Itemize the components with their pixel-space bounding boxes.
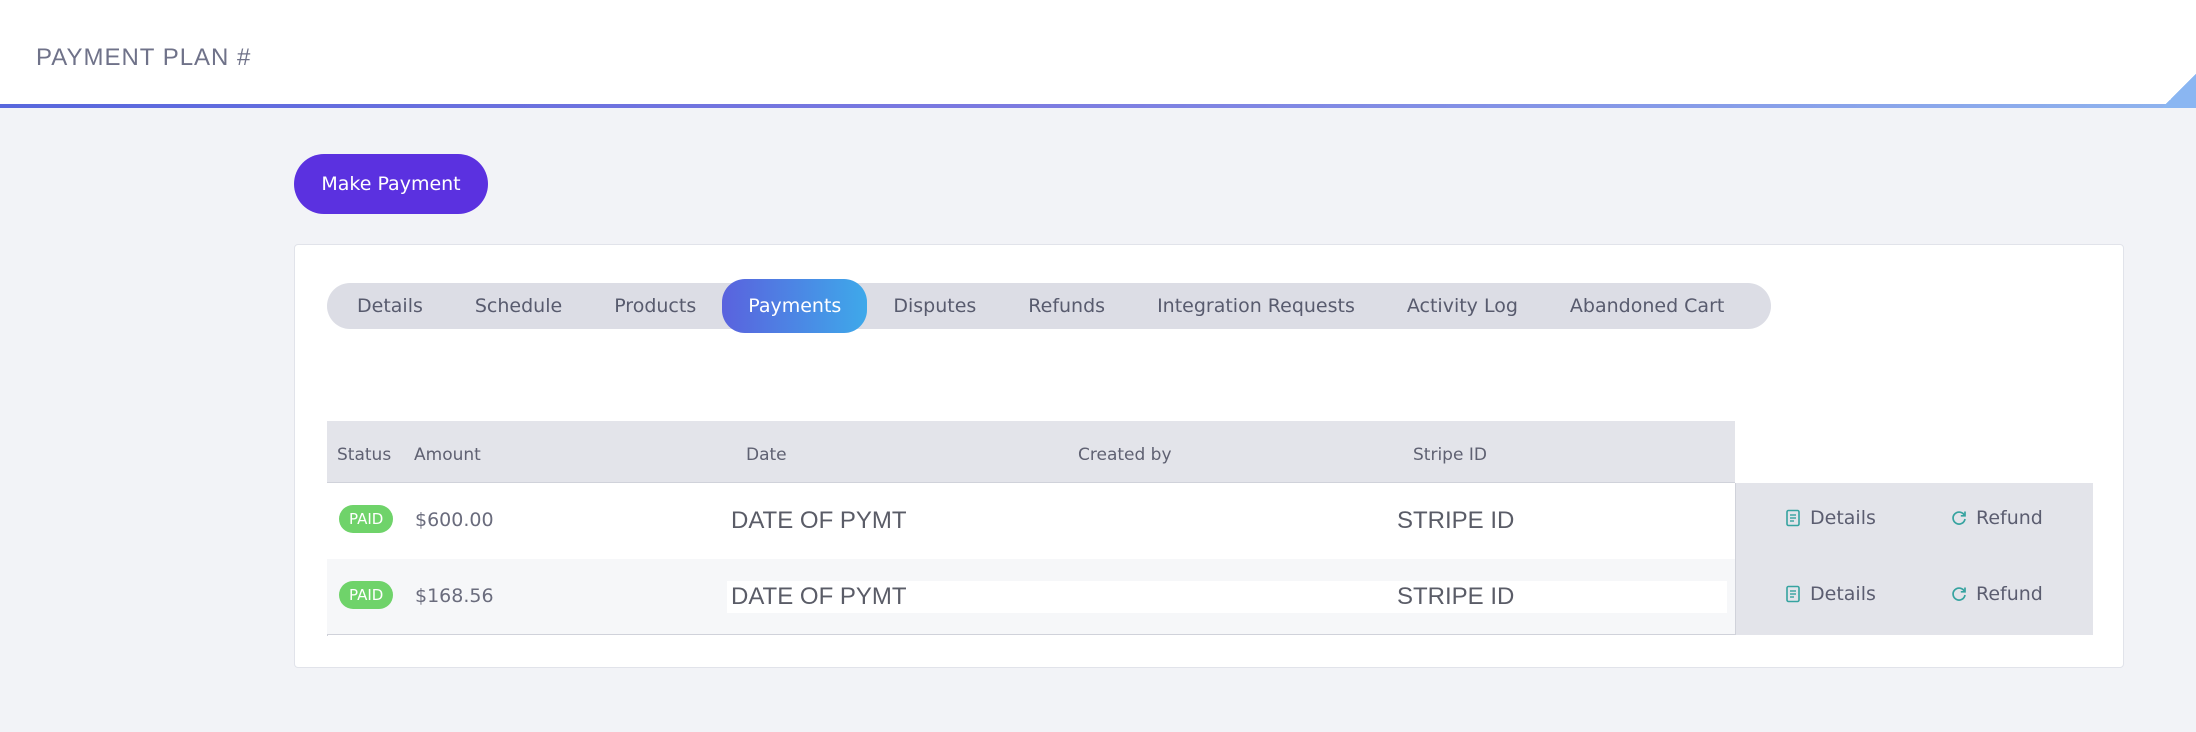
table-row: PAID $168.56 DATE OF PYMT STRIPE ID Deta… [327, 559, 2093, 635]
row-actions: Details Refund [1735, 483, 2093, 559]
column-header-stripe-id: Stripe ID [1413, 445, 1487, 465]
date-value: DATE OF PYMT [731, 507, 907, 534]
details-label: Details [1810, 583, 1876, 605]
tab-integration-requests[interactable]: Integration Requests [1131, 283, 1381, 329]
tab-abandoned-cart[interactable]: Abandoned Cart [1544, 283, 1750, 329]
details-button[interactable]: Details [1784, 507, 1876, 529]
header-divider [0, 104, 2196, 108]
column-header-amount: Amount [414, 445, 481, 465]
tab-refunds[interactable]: Refunds [1002, 283, 1131, 329]
date-value: DATE OF PYMT [731, 583, 907, 610]
tab-schedule[interactable]: Schedule [449, 283, 588, 329]
document-icon [1786, 585, 1800, 603]
details-button[interactable]: Details [1784, 583, 1876, 605]
amount-value: $168.56 [415, 585, 494, 607]
table-header: Status Amount Date Created by Stripe ID [327, 421, 1735, 483]
payment-plan-card: Details Schedule Products Payments Dispu… [294, 244, 2124, 668]
stripe-id-value: STRIPE ID [1397, 507, 1515, 534]
row-actions: Details Refund [1735, 559, 2093, 635]
refund-button[interactable]: Refund [1950, 583, 2043, 605]
status-badge: PAID [339, 581, 394, 609]
column-header-created-by: Created by [1078, 445, 1172, 465]
status-badge: PAID [339, 505, 394, 533]
amount-value: $600.00 [415, 509, 494, 531]
tab-payments[interactable]: Payments [722, 279, 868, 333]
refresh-icon [1952, 511, 1966, 525]
make-payment-button[interactable]: Make Payment [294, 154, 488, 214]
refund-button[interactable]: Refund [1950, 507, 2043, 529]
tab-products[interactable]: Products [588, 283, 722, 329]
tab-bar: Details Schedule Products Payments Dispu… [327, 279, 1771, 333]
column-header-date: Date [746, 445, 787, 465]
document-icon [1786, 509, 1800, 527]
page-title: PAYMENT PLAN # [36, 44, 252, 71]
stripe-id-value: STRIPE ID [1397, 583, 1515, 610]
tab-details[interactable]: Details [331, 283, 449, 329]
tab-activity-log[interactable]: Activity Log [1381, 283, 1544, 329]
refund-label: Refund [1976, 507, 2043, 529]
corner-decoration [2162, 74, 2196, 108]
column-header-status: Status [337, 445, 392, 465]
top-bar: PAYMENT PLAN # [0, 0, 2196, 106]
table-row: PAID $600.00 DATE OF PYMT STRIPE ID Deta… [327, 483, 2093, 559]
details-label: Details [1810, 507, 1876, 529]
refresh-icon [1952, 587, 1966, 601]
tab-disputes[interactable]: Disputes [867, 283, 1002, 329]
refund-label: Refund [1976, 583, 2043, 605]
